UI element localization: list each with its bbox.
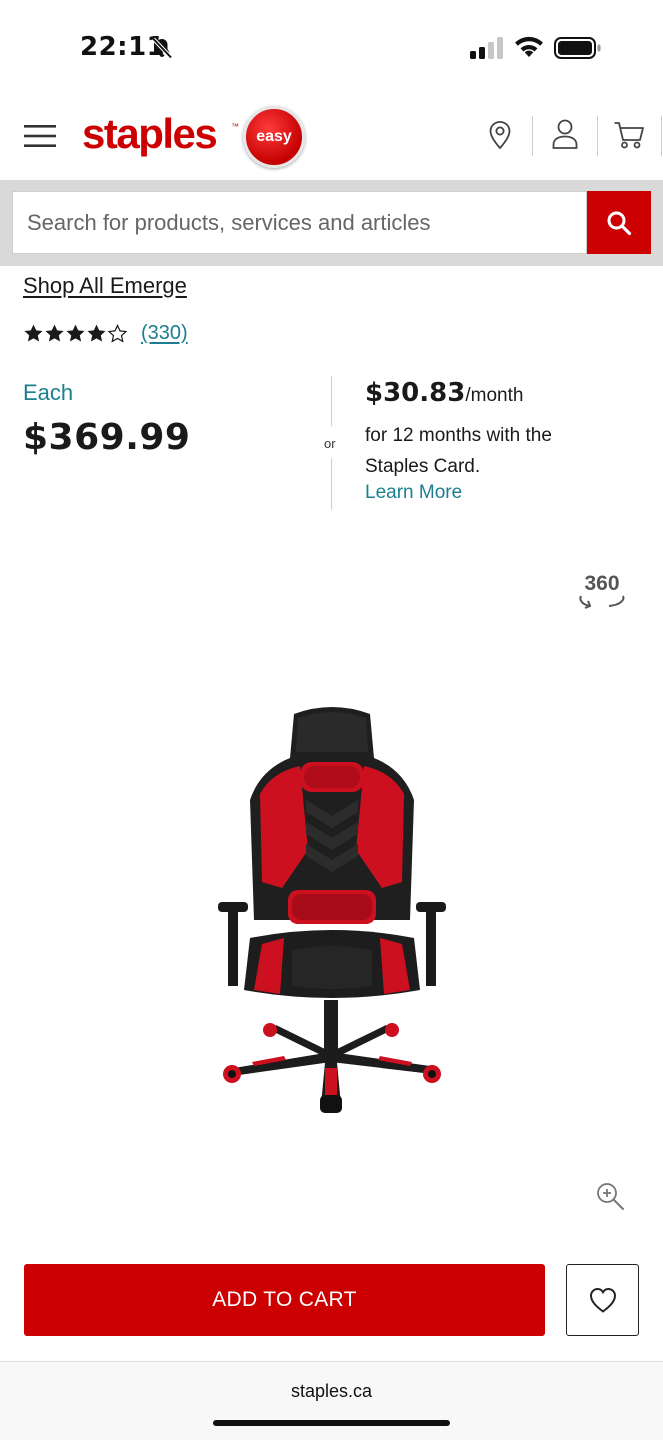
- logo-trademark: ™: [231, 122, 239, 131]
- monthly-payment: $30.83/month: [365, 378, 523, 408]
- star-filled-icon: [87, 324, 106, 342]
- add-to-cart-button[interactable]: ADD TO CART: [24, 1264, 545, 1336]
- star-filled-icon: [66, 324, 85, 342]
- header-separator: [661, 116, 662, 156]
- view-360-icon[interactable]: 360: [577, 570, 627, 616]
- view-360-label: 360: [584, 572, 619, 595]
- browser-bottom-bar: staples.ca: [0, 1361, 663, 1440]
- search-bar: [0, 180, 663, 266]
- home-indicator[interactable]: [213, 1420, 450, 1426]
- learn-more-link[interactable]: Learn More: [365, 482, 462, 504]
- price-label: Each: [23, 380, 74, 405]
- browser-url[interactable]: staples.ca: [0, 1381, 663, 1402]
- search-box: [12, 191, 587, 254]
- wishlist-button[interactable]: [566, 1264, 639, 1336]
- chair-base: [223, 1000, 441, 1113]
- shopping-cart-icon[interactable]: [613, 120, 645, 150]
- review-count-link[interactable]: (330): [141, 322, 188, 345]
- search-icon: [607, 211, 632, 235]
- star-filled-icon: [45, 324, 64, 342]
- zoom-in-icon[interactable]: [594, 1180, 626, 1212]
- header-separator: [532, 116, 533, 156]
- silent-bell-icon: [152, 37, 173, 59]
- financing-terms: for 12 months with the Staples Card.: [365, 425, 552, 477]
- search-input[interactable]: [13, 192, 586, 253]
- price-divider: [331, 376, 332, 426]
- star-rating[interactable]: (330): [23, 320, 188, 346]
- product-price: $369.99: [23, 417, 191, 458]
- monthly-period: /month: [465, 385, 524, 406]
- product-image[interactable]: [214, 700, 450, 1120]
- staples-logo[interactable]: staples: [82, 110, 218, 158]
- star-filled-icon: [24, 324, 43, 342]
- monthly-amount: $30.83: [365, 378, 466, 408]
- account-icon[interactable]: [551, 118, 579, 150]
- location-pin-icon[interactable]: [487, 120, 513, 150]
- site-header: staples ™ easy: [0, 96, 663, 180]
- search-button[interactable]: [587, 191, 651, 254]
- status-bar: 22:11: [0, 0, 663, 96]
- star-empty-icon: [107, 323, 128, 343]
- price-divider: [331, 458, 332, 510]
- cell-signal-icon: [470, 37, 503, 59]
- easy-button-label: easy: [256, 128, 292, 145]
- heart-icon: [589, 1287, 616, 1313]
- chair-seat: [244, 930, 420, 998]
- battery-icon: [554, 37, 601, 59]
- or-separator-text: or: [324, 436, 336, 451]
- easy-button-logo[interactable]: easy: [243, 106, 305, 168]
- chair-backrest: [250, 707, 414, 924]
- wifi-icon: [515, 36, 543, 57]
- header-separator: [597, 116, 598, 156]
- hamburger-menu-icon[interactable]: [22, 122, 58, 150]
- shop-all-brand-link[interactable]: Shop All Emerge: [23, 273, 187, 299]
